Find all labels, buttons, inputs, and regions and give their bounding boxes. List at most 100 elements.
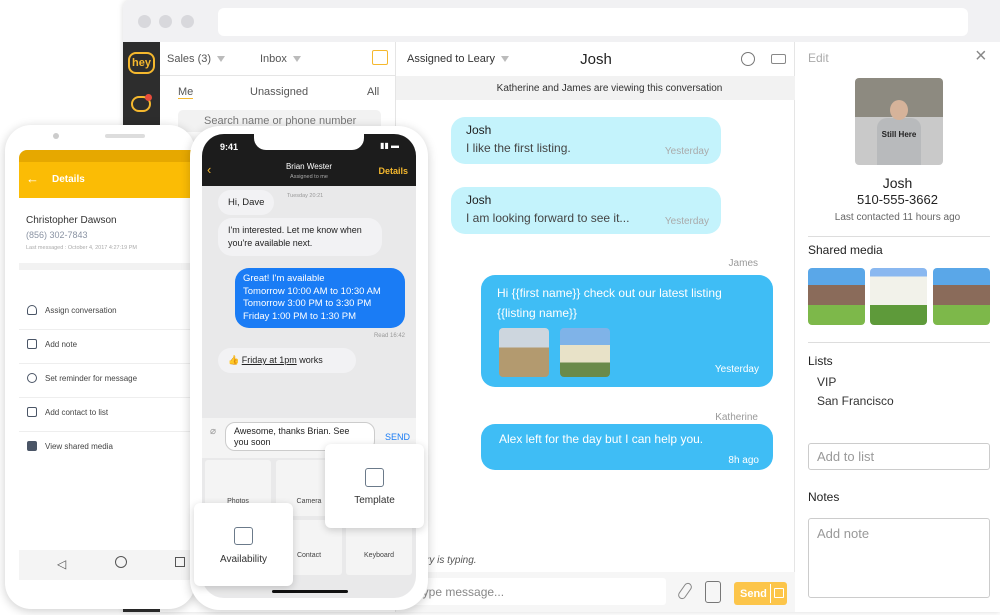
signal-battery-icon: ▮▮ ▬ xyxy=(380,141,400,150)
paperclip-icon[interactable] xyxy=(676,581,694,601)
conversation-title: Josh xyxy=(580,51,612,68)
template-icon[interactable] xyxy=(705,581,721,603)
item-label: Assign conversation xyxy=(45,306,117,315)
status-bar xyxy=(19,150,195,162)
template-icon xyxy=(365,468,384,487)
message-sender: Josh xyxy=(466,193,492,207)
compose-icon[interactable] xyxy=(372,50,388,65)
status-time: 9:41 xyxy=(220,142,239,152)
section-title: Shared media xyxy=(808,243,883,257)
view-shared-media-item[interactable]: View shared media xyxy=(19,432,192,466)
card-label: Template xyxy=(354,495,395,506)
message-bubble: Alex left for the day but I can help you… xyxy=(481,424,773,470)
send-button[interactable]: SEND xyxy=(385,432,410,442)
message-time: 8h ago xyxy=(728,455,759,466)
read-receipt: Read 16:42 xyxy=(373,333,405,339)
account-dropdown[interactable]: Sales (3) xyxy=(167,53,226,65)
incoming-message: Hi, Dave xyxy=(218,190,275,215)
add-to-list-input[interactable]: Add to list xyxy=(808,443,990,470)
message-bubble: Hi {{first name}} check out our latest l… xyxy=(481,275,773,387)
schedule-icon[interactable] xyxy=(774,588,784,598)
nav-back-icon[interactable]: ◁ xyxy=(57,557,66,571)
shirt-text: Still Here xyxy=(877,118,921,165)
list-tag: San Francisco xyxy=(817,394,894,408)
typing-indicator: ry is typing. xyxy=(426,555,477,566)
assign-conversation-item[interactable]: Assign conversation xyxy=(19,296,192,330)
add-contact-to-list-item[interactable]: Add contact to list xyxy=(19,398,192,432)
ios-header: 9:41 ▮▮ ▬ ‹ Brian Wester Assigned to me … xyxy=(202,134,416,186)
tab-all[interactable]: All xyxy=(367,86,379,98)
details-button[interactable]: Details xyxy=(378,166,408,176)
message-input[interactable]: Type message... xyxy=(406,578,666,605)
message-text: Alex left for the day but I can help you… xyxy=(499,432,704,446)
browser-toolbar xyxy=(123,0,1000,42)
tab-unassigned[interactable]: Unassigned xyxy=(250,86,308,98)
listing-photo[interactable] xyxy=(499,328,549,377)
availability-card[interactable]: Availability xyxy=(194,503,293,586)
android-phone: ← Details Christopher Dawson (856) 302-7… xyxy=(5,125,195,609)
keyboard-tile[interactable]: Keyboard xyxy=(346,520,412,575)
template-card[interactable]: Template xyxy=(325,444,424,528)
window-dot[interactable] xyxy=(138,15,151,28)
add-note-item[interactable]: Add note xyxy=(19,330,192,364)
chevron-down-icon xyxy=(292,56,301,63)
people-icon xyxy=(27,305,37,315)
date-link[interactable]: Friday at 1pm xyxy=(242,355,297,365)
paperclip-icon[interactable]: ⌀ xyxy=(210,426,216,437)
outgoing-message: Great! I'm available Tomorrow 10:00 AM to… xyxy=(235,268,405,328)
item-label: Set reminder for message xyxy=(45,374,138,383)
message-timestamp: Tuesday 20:21 xyxy=(287,193,324,199)
message-bubble: Josh I am looking forward to see it... Y… xyxy=(451,187,721,234)
conversation-pane: Assigned to Leary Josh Katherine and Jam… xyxy=(395,42,795,612)
photo-library-icon xyxy=(27,441,37,451)
thumbs-up-icon: 👍 xyxy=(228,355,242,365)
window-dot[interactable] xyxy=(159,15,172,28)
app-bar: ← Details xyxy=(19,162,195,198)
line: Great! I'm available xyxy=(243,273,325,284)
message-text: Hi {{first name}} check out our latest l… xyxy=(497,286,722,320)
list-tag: VIP xyxy=(817,375,837,389)
incoming-message: I'm interested. Let me know when you're … xyxy=(218,218,382,256)
list-header: Sales (3) Inbox xyxy=(160,42,395,76)
message-sender: James xyxy=(728,258,758,269)
edit-button[interactable]: Edit xyxy=(808,51,829,65)
window-dot[interactable] xyxy=(181,15,194,28)
contact-panel: Edit × Still Here Josh 510-555-3662 Last… xyxy=(795,42,1000,612)
listing-photo[interactable] xyxy=(560,328,610,377)
hey-logo[interactable]: hey xyxy=(128,52,155,74)
contact-name: Josh xyxy=(882,175,913,191)
alarm-icon xyxy=(27,373,37,383)
last-contacted: Last contacted 11 hours ago xyxy=(834,212,961,223)
divider xyxy=(808,236,990,237)
tab-me[interactable]: Me xyxy=(178,86,194,99)
send-button[interactable]: Send xyxy=(734,582,787,605)
back-arrow-icon[interactable]: ← xyxy=(26,171,39,186)
android-nav-bar: ◁ xyxy=(19,550,195,580)
message-bubble: Josh I like the first listing. Yesterday xyxy=(451,117,721,164)
message-text: I like the first listing. xyxy=(466,141,571,155)
nav-home-icon[interactable] xyxy=(115,556,127,568)
viewing-banner: Katherine and James are viewing this con… xyxy=(396,76,795,100)
android-screen: ← Details Christopher Dawson (856) 302-7… xyxy=(19,150,195,580)
add-note-textarea[interactable]: Add note xyxy=(808,518,990,598)
archive-icon[interactable] xyxy=(771,54,786,64)
address-bar[interactable] xyxy=(218,8,968,36)
chevron-down-icon xyxy=(217,56,226,63)
shared-media-thumb[interactable] xyxy=(808,268,865,325)
clock-icon[interactable] xyxy=(741,52,755,66)
divider xyxy=(19,263,195,270)
message-text: I am looking forward to see it... xyxy=(466,211,630,225)
shared-media-thumb[interactable] xyxy=(870,268,927,325)
text: works xyxy=(296,355,323,365)
line: Tomorrow 10:00 AM to 10:30 AM xyxy=(243,285,381,297)
set-reminder-item[interactable]: Set reminder for message xyxy=(19,364,192,398)
card-label: Availability xyxy=(219,554,268,565)
close-icon[interactable]: × xyxy=(975,45,987,68)
contact-avatar: Still Here xyxy=(855,78,943,165)
clipboard-icon xyxy=(27,339,37,349)
face xyxy=(890,100,908,120)
nav-recents-icon[interactable] xyxy=(175,557,185,567)
notification-badge xyxy=(145,94,152,101)
inbox-dropdown[interactable]: Inbox xyxy=(260,53,301,65)
shared-media-thumb[interactable] xyxy=(933,268,990,325)
